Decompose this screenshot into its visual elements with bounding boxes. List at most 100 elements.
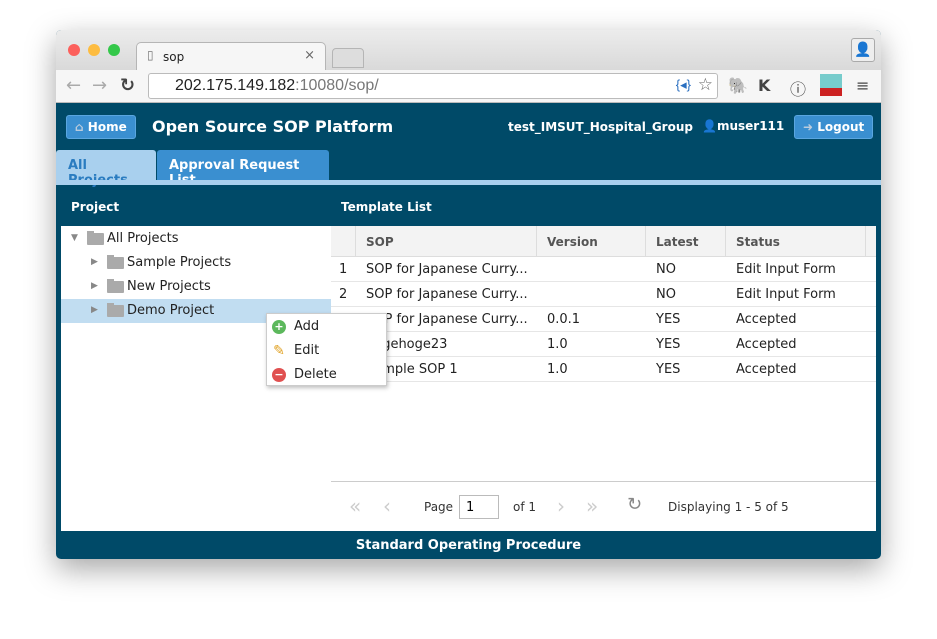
cell-sop: hogehoge23: [366, 337, 448, 352]
tab-all-projects[interactable]: All Projects: [56, 150, 156, 188]
tree-label: All Projects: [107, 231, 179, 246]
table-row[interactable]: 5Sample SOP 11.0YESAccepted: [331, 357, 876, 382]
group-name: test_IMSUT_Hospital_Group: [508, 120, 693, 134]
folder-icon: [107, 303, 124, 317]
menu-label: Add: [294, 319, 320, 334]
minimize-window-button[interactable]: [88, 44, 100, 56]
info-icon[interactable]: ⓘ: [790, 76, 806, 100]
tree-item-sample-projects[interactable]: ▶ Sample Projects: [61, 251, 331, 275]
cell-sop: SOP for Japanese Curry...: [366, 262, 528, 277]
close-tab-icon[interactable]: ×: [304, 48, 315, 63]
table-row[interactable]: 4hogehoge231.0YESAccepted: [331, 332, 876, 357]
cell-status: Accepted: [736, 337, 797, 352]
logout-button[interactable]: ➜ Logout: [794, 115, 874, 139]
folder-icon: [107, 255, 124, 269]
url-path: :10080/sop/: [295, 77, 379, 94]
add-icon: +: [272, 320, 286, 334]
page-label: Page: [424, 500, 454, 514]
cell-latest: YES: [656, 312, 681, 327]
tree-label: New Projects: [127, 279, 211, 294]
k-extension-icon[interactable]: K: [758, 76, 770, 95]
close-window-button[interactable]: [68, 44, 80, 56]
cell-n: 2: [339, 287, 348, 302]
evernote-icon[interactable]: 🐘: [728, 76, 748, 95]
cell-status: Edit Input Form: [736, 287, 836, 302]
cell-version: 1.0: [547, 362, 568, 377]
star-icon[interactable]: ☆: [698, 75, 713, 95]
page-icon: ▯: [147, 48, 154, 62]
column-header-sop[interactable]: SOP: [356, 226, 537, 257]
table-row[interactable]: 2 SOP for Japanese Curry... NO Edit Input F…: [331, 282, 876, 307]
footer: Standard Operating Procedure: [355, 538, 582, 553]
page-count: of 1: [513, 500, 537, 514]
cell-n: 1: [339, 262, 348, 277]
page-number-input[interactable]: [459, 495, 499, 519]
browser-tab[interactable]: ▯ sop ×: [136, 42, 326, 70]
column-header-version[interactable]: Version: [537, 226, 646, 257]
user-name: muser111: [716, 119, 785, 133]
menu-item-delete[interactable]: − Delete: [267, 363, 386, 387]
first-page-icon[interactable]: «: [349, 494, 361, 518]
user-label: 👤muser111: [702, 119, 784, 133]
tree-label: Sample Projects: [127, 255, 232, 270]
table-row[interactable]: 1 SOP for Japanese Curry... NO Edit Input F…: [331, 257, 876, 282]
paging-toolbar: « ‹ Page of 1 › » ↻ Displaying 1 - 5 of …: [331, 481, 876, 531]
back-icon[interactable]: ←: [66, 75, 81, 96]
menu-item-edit[interactable]: ✎ Edit: [267, 339, 386, 363]
folder-icon: [87, 231, 104, 245]
profile-icon[interactable]: 👤: [851, 38, 875, 62]
cell-latest: YES: [656, 362, 681, 377]
cell-status: Accepted: [736, 362, 797, 377]
column-header-latest[interactable]: Latest: [646, 226, 726, 257]
refresh-icon[interactable]: ↻: [627, 494, 642, 515]
pencil-icon: ✎: [273, 343, 285, 359]
collapsed-arrow-icon[interactable]: ▶: [91, 305, 98, 315]
url-host: 202.175.149.182: [175, 77, 296, 94]
column-header-status[interactable]: Status: [726, 226, 866, 257]
app-header: ⌂ Home Open Source SOP Platform test_IMS…: [56, 103, 881, 148]
browser-window: ▯ sop × 👤 ← → ↻ 202.175.149.182:10080/so…: [56, 30, 881, 559]
last-page-icon[interactable]: »: [586, 494, 598, 518]
tree-item-new-projects[interactable]: ▶ New Projects: [61, 275, 331, 299]
tab-title: sop: [163, 50, 185, 64]
menu-label: Edit: [294, 343, 320, 358]
collapsed-arrow-icon[interactable]: ▶: [91, 281, 98, 291]
title-bar: ▯ sop × 👤: [56, 30, 881, 70]
logout-label: Logout: [817, 120, 865, 134]
forward-icon[interactable]: →: [92, 75, 107, 96]
cell-sop: Sample SOP 1: [366, 362, 458, 377]
template-grid: SOP Version Latest Status 1 SOP for Japan…: [331, 226, 876, 531]
display-info: Displaying 1 - 5 of 5: [668, 500, 789, 514]
prev-page-icon[interactable]: ‹: [383, 494, 391, 518]
next-page-icon[interactable]: ›: [557, 494, 565, 518]
reload-icon[interactable]: ↻: [120, 75, 135, 96]
home-label: Home: [87, 120, 127, 134]
home-icon: ⌂: [75, 120, 88, 134]
template-panel-title: Template List: [341, 200, 432, 214]
tree-label: Demo Project: [127, 303, 215, 318]
expanded-arrow-icon[interactable]: ▼: [71, 233, 78, 243]
project-panel-title: Project: [71, 200, 120, 214]
cell-sop: SOP for Japanese Curry...: [366, 312, 528, 327]
folder-icon: [107, 279, 124, 293]
cell-version: 0.0.1: [547, 312, 581, 327]
context-menu: + Add ✎ Edit − Delete: [266, 313, 387, 386]
tree-item-all-projects[interactable]: ▼ All Projects: [61, 227, 331, 251]
maximize-window-button[interactable]: [108, 44, 120, 56]
collapsed-arrow-icon[interactable]: ▶: [91, 257, 98, 267]
extension-icon[interactable]: {◂}: [676, 77, 691, 93]
tab-approval-request-list[interactable]: Approval Request List: [157, 150, 329, 188]
menu-item-add[interactable]: + Add: [267, 315, 386, 339]
browser-toolbar: ← → ↻ 202.175.149.182:10080/sop/ ☆ {◂} 🐘…: [56, 70, 881, 103]
menu-label: Delete: [294, 367, 337, 382]
new-tab-button[interactable]: [332, 48, 364, 68]
address-bar[interactable]: 202.175.149.182:10080/sop/ ☆ {◂}: [148, 73, 718, 99]
cell-latest: NO: [656, 287, 676, 302]
grid-header: SOP Version Latest Status: [331, 226, 876, 257]
menu-icon[interactable]: ≡: [856, 76, 869, 95]
cell-status: Accepted: [736, 312, 797, 327]
home-button[interactable]: ⌂ Home: [66, 115, 136, 139]
app-title: Open Source SOP Platform: [152, 117, 394, 136]
table-row[interactable]: 3SOP for Japanese Curry...0.0.1YESAccept…: [331, 307, 876, 332]
new-extension-icon[interactable]: [820, 74, 842, 96]
